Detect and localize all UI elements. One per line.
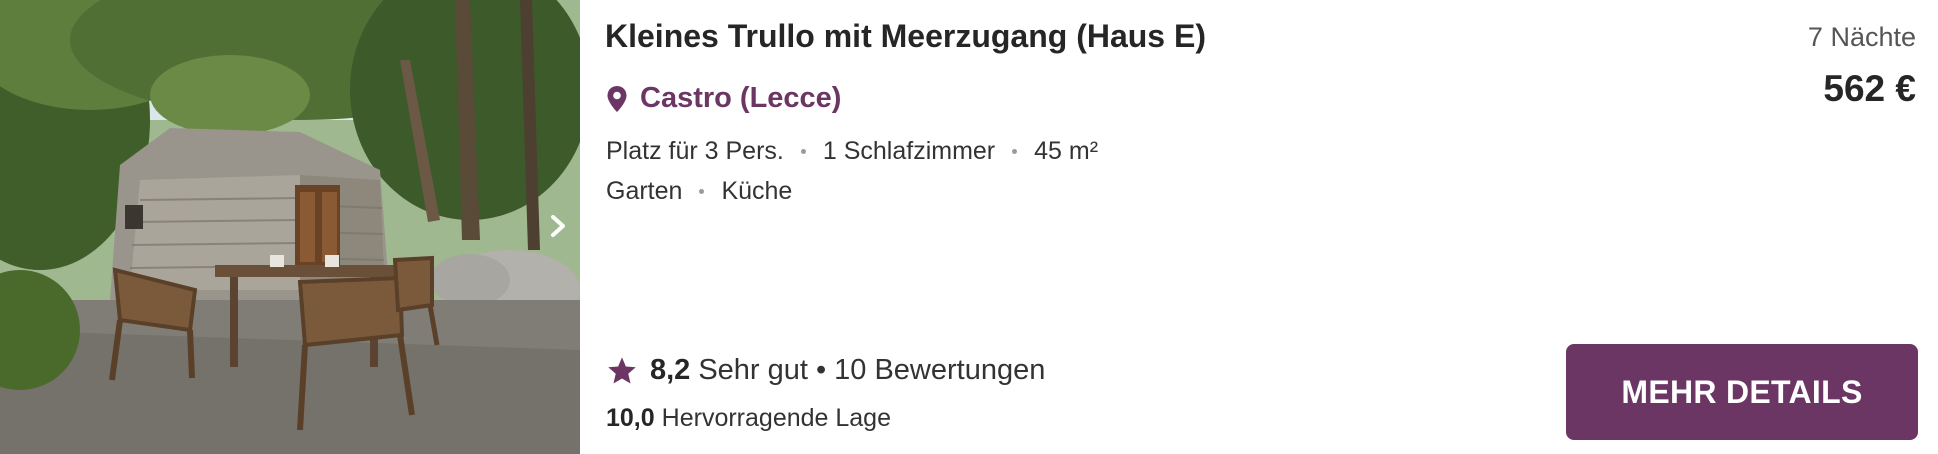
location-link[interactable]: Castro (Lecce) xyxy=(606,82,841,115)
star-icon xyxy=(608,356,636,384)
review-count: 10 Bewertungen xyxy=(834,354,1046,386)
location-rating: 10,0 Hervorragende Lage xyxy=(606,404,891,433)
listing-title[interactable]: Kleines Trullo mit Meerzugang (Haus E) xyxy=(605,18,1206,55)
rating-summary[interactable]: 8,2 Sehr gut • 10 Bewertungen xyxy=(606,354,1045,387)
feature-bedrooms: 1 Schlafzimmer xyxy=(822,137,996,165)
trullo-garden-image xyxy=(0,0,580,454)
feature-garden: Garten xyxy=(606,177,683,205)
map-pin-icon xyxy=(607,85,627,112)
features-row-2: Garten Küche xyxy=(606,177,792,206)
location-label: Castro (Lecce) xyxy=(640,82,842,114)
rating-separator: • xyxy=(815,354,827,386)
total-price: 562 € xyxy=(1823,68,1916,109)
feature-guests: Platz für 3 Pers. xyxy=(606,137,784,165)
more-details-button[interactable]: MEHR DETAILS xyxy=(1566,344,1918,440)
features-row-1: Platz für 3 Pers. 1 Schlafzimmer 45 m² xyxy=(606,137,1098,166)
gallery-next-button[interactable] xyxy=(544,208,572,244)
separator-dot xyxy=(800,149,806,154)
separator-dot xyxy=(699,189,705,194)
listing-photo[interactable] xyxy=(0,0,580,454)
nights-count: 7 Nächte xyxy=(1807,22,1916,52)
feature-kitchen: Küche xyxy=(721,177,793,205)
rating-score: 8,2 xyxy=(650,354,691,386)
separator-dot xyxy=(1012,149,1018,154)
rating-verdict: Sehr gut xyxy=(698,354,808,386)
feature-area: 45 m² xyxy=(1034,137,1099,165)
chevron-right-icon xyxy=(551,215,565,237)
location-rating-score: 10,0 xyxy=(606,404,655,432)
location-rating-label: Hervorragende Lage xyxy=(661,404,891,432)
listing-card: Kleines Trullo mit Meerzugang (Haus E) C… xyxy=(0,0,1938,454)
